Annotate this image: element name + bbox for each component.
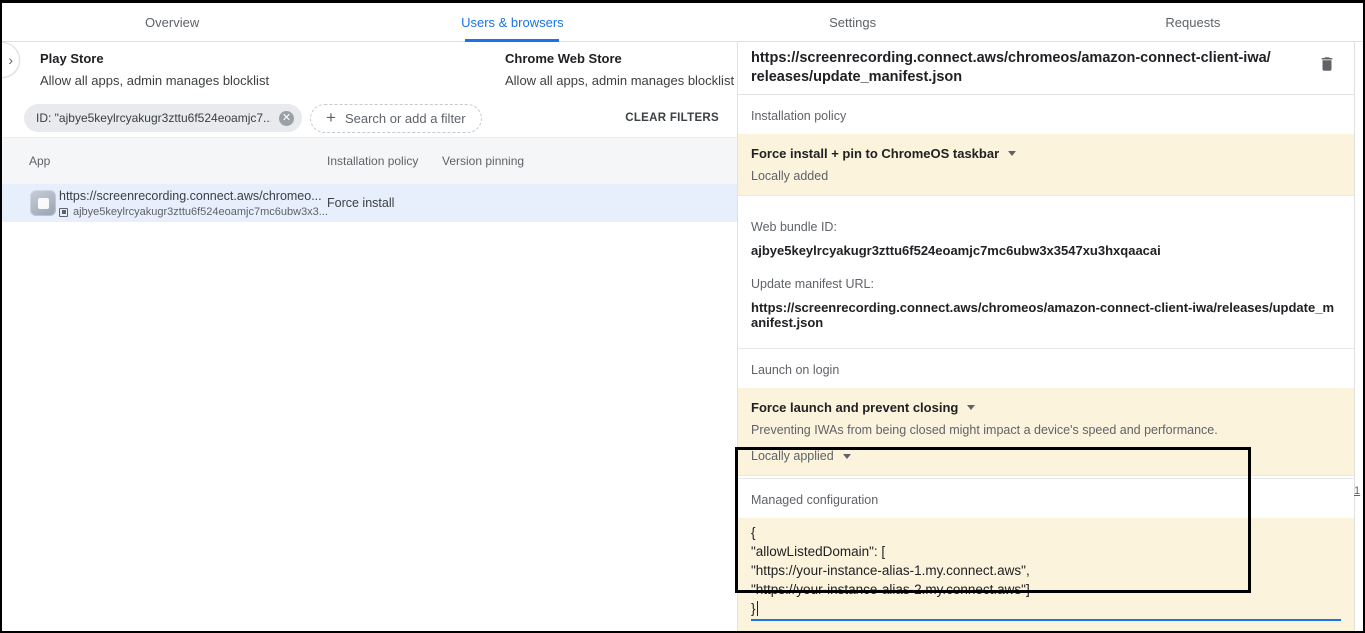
chrome-web-store-desc: Allow all apps, admin manages blocklist <box>505 73 734 88</box>
launch-on-login-status: Locally applied <box>751 449 834 463</box>
filter-bar: ID: "ajbye5keylrcyakugr3zttu6f524eoamjc7… <box>2 99 737 137</box>
add-filter-label: Search or add a filter <box>345 111 466 126</box>
managed-configuration-editor[interactable]: { "allowListedDomain": [ "https://your-i… <box>751 523 1341 621</box>
detail-header: https://screenrecording.connect.aws/chro… <box>738 42 1354 95</box>
dropdown-arrow-icon <box>1008 151 1016 156</box>
update-manifest-url-value: https://screenrecording.connect.aws/chro… <box>751 300 1341 330</box>
launch-on-login-block: Force launch and prevent closing Prevent… <box>738 388 1354 476</box>
launch-on-login-section: Launch on login <box>738 349 1354 388</box>
launch-on-login-label: Launch on login <box>751 363 839 377</box>
app-row-id-line: ajbye5keylrcyakugr3zttu6f524eoamjc7mc6ub… <box>59 206 328 218</box>
table-row-app[interactable]: https://screenrecording.connect.aws/chro… <box>2 184 737 222</box>
managed-configuration-block: { "allowListedDomain": [ "https://your-i… <box>738 518 1354 631</box>
store-policy-summary: Play Store Allow all apps, admin manages… <box>2 42 737 99</box>
launch-on-login-dropdown[interactable]: Force launch and prevent closing <box>751 400 1341 415</box>
clear-filters-button[interactable]: CLEAR FILTERS <box>625 112 719 124</box>
column-header-version-pinning: Version pinning <box>442 154 524 168</box>
config-code-line: "https://your-instance-alias-2.my.connec… <box>751 580 1341 599</box>
app-detail-panel: https://screenrecording.connect.aws/chro… <box>738 42 1355 631</box>
app-table-header: App Installation policy Version pinning <box>2 137 737 184</box>
launch-on-login-status-dropdown[interactable]: Locally applied <box>751 449 1341 463</box>
config-code-line: } <box>751 599 756 618</box>
installation-policy-section: Installation policy <box>738 95 1354 134</box>
config-code-line: "allowListedDomain": [ <box>751 542 1341 561</box>
installation-policy-status: Locally added <box>751 169 1341 183</box>
app-row-url: https://screenrecording.connect.aws/chro… <box>59 189 322 203</box>
chrome-web-store-summary: Chrome Web Store Allow all apps, admin m… <box>505 51 734 88</box>
edge-marker: 1 <box>1354 485 1360 497</box>
filter-chip-label: ID: "ajbye5keylrcyakugr3zttu6f524eoamjc7… <box>36 111 271 125</box>
installation-policy-value: Force install + pin to ChromeOS taskbar <box>751 146 999 161</box>
admin-console-app-detail-page: Overview Users & browsers Settings Reque… <box>0 0 1365 633</box>
play-store-summary: Play Store Allow all apps, admin manages… <box>40 51 269 88</box>
launch-on-login-value: Force launch and prevent closing <box>751 400 958 415</box>
managed-configuration-label: Managed configuration <box>751 493 878 507</box>
plus-icon: + <box>326 108 336 128</box>
update-manifest-url-label: Update manifest URL: <box>751 277 1341 291</box>
dropdown-arrow-icon <box>967 405 975 410</box>
add-filter-button[interactable]: + Search or add a filter <box>310 104 482 133</box>
editor-focus-underline <box>751 619 1341 621</box>
column-header-app: App <box>29 154 50 168</box>
installation-policy-block: Force install + pin to ChromeOS taskbar … <box>738 134 1354 196</box>
app-list-panel: Play Store Allow all apps, admin manages… <box>2 42 738 631</box>
tab-settings-label: Settings <box>829 15 876 30</box>
tab-overview-label: Overview <box>145 15 199 30</box>
managed-configuration-section: Managed configuration <box>738 479 1354 518</box>
web-bundle-id-value: ajbye5keylrcyakugr3zttu6f524eoamjc7mc6ub… <box>751 243 1341 258</box>
tab-requests[interactable]: Requests <box>1023 3 1363 41</box>
tab-requests-label: Requests <box>1165 15 1220 30</box>
web-app-icon <box>59 208 68 217</box>
tab-users-and-browsers[interactable]: Users & browsers <box>342 3 682 41</box>
detail-title: https://screenrecording.connect.aws/chro… <box>751 49 1318 87</box>
app-row-installation-policy: Force install <box>327 196 394 210</box>
app-icon <box>30 190 56 216</box>
tab-overview[interactable]: Overview <box>2 3 342 41</box>
delete-app-button[interactable] <box>1318 54 1338 76</box>
cube-glyph <box>38 198 49 209</box>
remove-filter-icon[interactable]: ✕ <box>279 111 294 126</box>
app-row-id: ajbye5keylrcyakugr3zttu6f524eoamjc7mc6ub… <box>73 206 328 218</box>
bundle-info-section: Web bundle ID: ajbye5keylrcyakugr3zttu6f… <box>738 196 1354 349</box>
config-code-line: { <box>751 523 1341 542</box>
tab-settings[interactable]: Settings <box>683 3 1023 41</box>
text-cursor <box>757 601 759 616</box>
chevron-right-icon: › <box>8 53 13 67</box>
column-header-installation-policy: Installation policy <box>327 154 418 168</box>
installation-policy-dropdown[interactable]: Force install + pin to ChromeOS taskbar <box>751 146 1341 161</box>
tab-users-and-browsers-label: Users & browsers <box>461 15 564 30</box>
trash-icon <box>1318 54 1336 74</box>
filter-chip-id[interactable]: ID: "ajbye5keylrcyakugr3zttu6f524eoamjc7… <box>24 104 302 132</box>
config-code-line-last: } <box>751 599 1341 618</box>
dropdown-arrow-icon <box>843 454 851 459</box>
chrome-web-store-title: Chrome Web Store <box>505 51 734 66</box>
launch-on-login-warning: Preventing IWAs from being closed might … <box>751 423 1341 437</box>
play-store-desc: Allow all apps, admin manages blocklist <box>40 73 269 88</box>
play-store-title: Play Store <box>40 51 269 66</box>
installation-policy-label: Installation policy <box>751 109 846 123</box>
tab-bar: Overview Users & browsers Settings Reque… <box>2 3 1363 42</box>
web-bundle-id-label: Web bundle ID: <box>751 220 1341 234</box>
config-code-line: "https://your-instance-alias-1.my.connec… <box>751 561 1341 580</box>
